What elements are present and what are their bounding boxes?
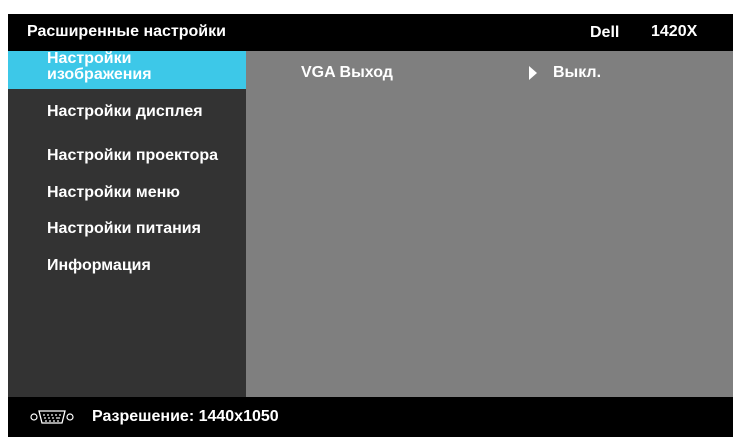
model-name: 1420X bbox=[651, 23, 698, 40]
sidebar-item-projector-settings[interactable]: Настройки проектора bbox=[8, 147, 246, 171]
sidebar-item-label: Настройки дисплея bbox=[47, 103, 203, 120]
sidebar-item-menu-settings[interactable]: Настройки меню bbox=[8, 184, 246, 208]
sidebar-item-image-settings[interactable]: Настройки изображения bbox=[8, 51, 246, 89]
sidebar-menu: Настройки изображения Настройки дисплея … bbox=[8, 51, 246, 397]
arrow-right-icon bbox=[529, 66, 537, 80]
brand-name: Dell bbox=[590, 24, 620, 41]
settings-panel: VGA Выход Выкл. bbox=[246, 51, 733, 397]
sidebar-item-label: Настройки изображения bbox=[47, 50, 152, 83]
sidebar-item-display-settings[interactable]: Настройки дисплея bbox=[8, 103, 246, 127]
sidebar-item-label: Информация bbox=[47, 257, 151, 274]
resolution-status: Разрешение: 1440x1050 bbox=[92, 408, 279, 425]
sidebar-item-power-settings[interactable]: Настройки питания bbox=[8, 220, 246, 244]
osd-header: Расширенные настройки Dell 1420X bbox=[8, 14, 733, 51]
sidebar-item-label: Настройки проектора bbox=[47, 147, 219, 164]
page-title: Расширенные настройки bbox=[27, 23, 226, 40]
vga-output-value[interactable]: Выкл. bbox=[553, 64, 601, 82]
sidebar-item-label: Настройки меню bbox=[47, 184, 180, 201]
sidebar-item-information[interactable]: Информация bbox=[8, 257, 246, 281]
status-bar: Разрешение: 1440x1050 bbox=[8, 397, 733, 437]
vga-output-label: VGA Выход bbox=[301, 64, 393, 81]
osd-window: Расширенные настройки Dell 1420X Настрой… bbox=[8, 14, 733, 437]
vga-port-icon bbox=[30, 408, 74, 431]
sidebar-item-label: Настройки питания bbox=[47, 220, 201, 237]
